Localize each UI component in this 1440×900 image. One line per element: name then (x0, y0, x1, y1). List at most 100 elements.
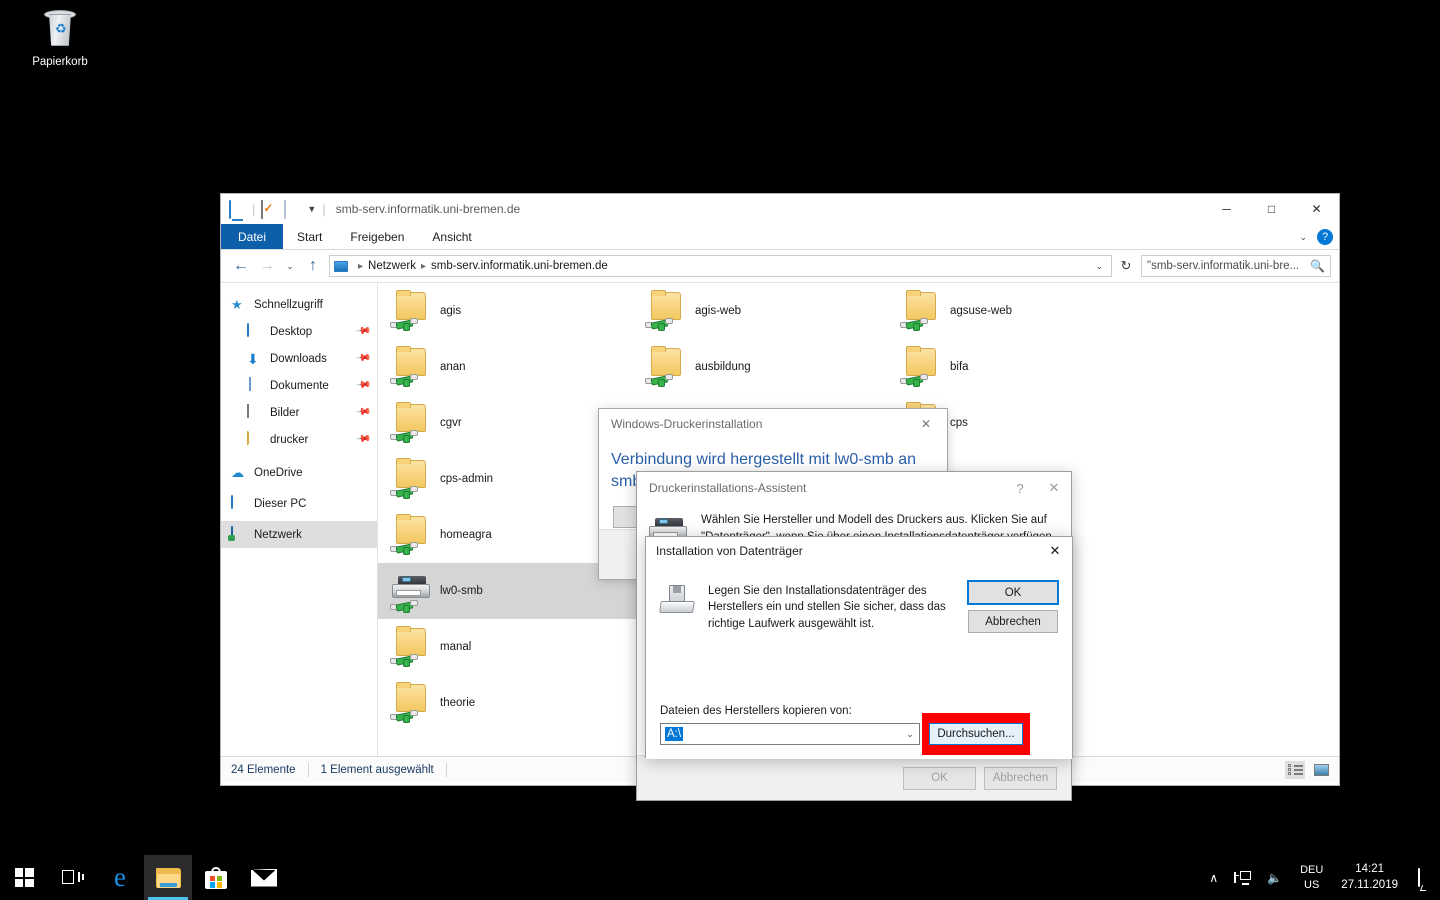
edge-button[interactable]: e (96, 855, 144, 900)
list-item[interactable]: anan (378, 339, 638, 395)
address-chevron-down-icon[interactable]: ⌄ (1091, 261, 1107, 272)
status-divider (307, 762, 309, 777)
pin-icon[interactable]: 📌 (354, 404, 371, 420)
sidebar-item-schnellzugriff[interactable]: ★ Schnellzugriff (221, 291, 377, 318)
sidebar-item-bilder[interactable]: Bilder 📌 (221, 399, 377, 426)
file-explorer-button[interactable] (144, 855, 192, 900)
floppy-disk-icon (659, 585, 696, 615)
edge-icon: e (114, 862, 126, 892)
chevron-down-icon[interactable]: ⌄ (901, 729, 919, 740)
monitor-icon (231, 494, 248, 512)
list-item[interactable]: ausbildung (633, 339, 893, 395)
refresh-icon[interactable]: ↻ (1116, 258, 1136, 274)
navigation-pane: ★ Schnellzugriff Desktop 📌 ⬇ Downloads 📌… (221, 283, 378, 756)
address-bar[interactable]: ▸ Netzwerk ▸ smb-serv.informatik.uni-bre… (329, 255, 1112, 277)
maximize-button[interactable]: □ (1249, 194, 1294, 224)
close-icon[interactable]: ✕ (1038, 537, 1072, 565)
action-center-button[interactable] (1406, 867, 1430, 887)
search-input[interactable]: "smb-serv.informatik.uni-bre... 🔍 (1141, 255, 1331, 277)
wizard-title: Druckerinstallations-Assistent (649, 481, 807, 495)
disk-path-combobox[interactable]: A:\ ⌄ (660, 723, 920, 745)
pin-icon[interactable]: 📌 (354, 323, 371, 339)
list-item-label: cgvr (440, 417, 462, 429)
language-secondary: US (1304, 878, 1320, 891)
sidebar-item-netzwerk[interactable]: Netzwerk (221, 521, 377, 548)
wizard-cancel-button[interactable]: Abbrechen (984, 766, 1057, 790)
disk-path-section: Dateien des Herstellers kopieren von: A:… (660, 705, 1058, 755)
tab-ansicht[interactable]: Ansicht (418, 224, 485, 249)
mail-button[interactable] (240, 855, 288, 900)
list-item[interactable]: agsuse-web (888, 283, 1148, 339)
sidebar-item-desktop[interactable]: Desktop 📌 (221, 318, 377, 345)
disk-ok-button[interactable]: OK (967, 580, 1059, 605)
folder-icon (247, 430, 264, 448)
breadcrumb-separator-icon: ▸ (358, 260, 364, 272)
this-pc-icon[interactable] (229, 199, 246, 219)
list-item[interactable]: agis-web (633, 283, 893, 339)
task-view-button[interactable] (48, 855, 96, 900)
network-printer-icon (388, 568, 434, 614)
sidebar-item-dieser-pc[interactable]: Dieser PC (221, 490, 377, 517)
list-item[interactable]: bifa (888, 339, 1148, 395)
up-button[interactable]: ↑ (301, 257, 325, 275)
desktop-icon-recycle-bin[interactable]: ♻ Papierkorb (22, 8, 98, 68)
breadcrumb-netzwerk[interactable]: Netzwerk (368, 260, 416, 272)
list-item-label: agis-web (695, 305, 742, 317)
disk-dialog-titlebar: Installation von Datenträger ✕ (646, 537, 1072, 565)
list-item[interactable]: agis (378, 283, 638, 339)
sidebar-item-label: Bilder (270, 406, 300, 419)
close-button[interactable]: ✕ (1294, 194, 1339, 224)
disk-dialog-buttons: OK Abbrechen (967, 580, 1059, 633)
forward-button[interactable]: → (255, 257, 279, 275)
network-tray-icon[interactable] (1226, 870, 1259, 885)
envelope-icon (251, 868, 277, 887)
pin-icon[interactable]: 📌 (354, 350, 371, 366)
show-hidden-icons-button[interactable]: ∧ (1201, 871, 1226, 885)
list-item-label: theorie (440, 697, 476, 709)
start-button[interactable] (0, 855, 48, 900)
browse-button[interactable]: Durchsuchen... (929, 723, 1023, 745)
desktop: ♻ Papierkorb | ▼ | smb-serv.informatik.u… (0, 0, 1440, 900)
pin-icon[interactable]: 📌 (354, 431, 371, 447)
wizard-titlebar: Druckerinstallations-Assistent ? ✕ (637, 472, 1071, 504)
sidebar-item-label: OneDrive (254, 466, 303, 479)
tab-start[interactable]: Start (283, 224, 336, 249)
disk-cancel-button[interactable]: Abbrechen (968, 610, 1058, 633)
ribbon-tabs: Datei Start Freigeben Ansicht ⌄ ? (221, 224, 1339, 250)
customize-caret-icon[interactable]: ▼ (307, 204, 316, 214)
tab-freigeben[interactable]: Freigeben (336, 224, 418, 249)
breadcrumb-server[interactable]: smb-serv.informatik.uni-bremen.de (431, 260, 608, 272)
language-indicator[interactable]: DEU US (1290, 863, 1333, 893)
sidebar-item-downloads[interactable]: ⬇ Downloads 📌 (221, 345, 377, 372)
chevron-down-icon[interactable]: ⌄ (1299, 232, 1307, 243)
list-item[interactable]: theorie (378, 675, 638, 731)
download-icon: ⬇ (247, 350, 259, 367)
disk-dialog-body: Legen Sie den Installationsdatenträger d… (646, 565, 1072, 759)
network-share-folder-icon (388, 400, 434, 446)
sidebar-item-onedrive[interactable]: ☁ OneDrive (221, 459, 377, 486)
tab-datei[interactable]: Datei (221, 224, 284, 249)
help-icon[interactable]: ? (1317, 229, 1333, 245)
list-item[interactable]: manal (378, 619, 638, 675)
large-icons-view-icon[interactable] (1311, 761, 1331, 779)
volume-icon[interactable]: 🔈 (1259, 871, 1290, 885)
details-view-icon[interactable] (1285, 760, 1305, 779)
close-icon[interactable]: ✕ (1037, 472, 1071, 504)
pin-icon[interactable]: 📌 (354, 377, 371, 393)
properties-icon[interactable] (261, 199, 278, 219)
wizard-ok-button[interactable]: OK (903, 766, 976, 790)
new-folder-icon[interactable] (284, 199, 301, 219)
minimize-button[interactable]: ─ (1204, 194, 1249, 224)
search-icon[interactable]: 🔍 (1310, 259, 1325, 273)
sidebar-item-dokumente[interactable]: Dokumente 📌 (221, 372, 377, 399)
view-buttons (1285, 760, 1331, 779)
clock[interactable]: 14:21 27.11.2019 (1333, 862, 1406, 893)
disk-path-row: A:\ ⌄ Durchsuchen... (660, 713, 1058, 755)
recent-locations-icon[interactable]: ⌄ (281, 261, 299, 272)
close-icon[interactable]: ✕ (911, 409, 941, 439)
ribbon-right-controls: ⌄ ? (1299, 224, 1333, 250)
sidebar-item-drucker[interactable]: drucker 📌 (221, 426, 377, 453)
back-button[interactable]: ← (229, 257, 253, 275)
store-button[interactable] (192, 855, 240, 900)
help-icon[interactable]: ? (1003, 472, 1037, 504)
